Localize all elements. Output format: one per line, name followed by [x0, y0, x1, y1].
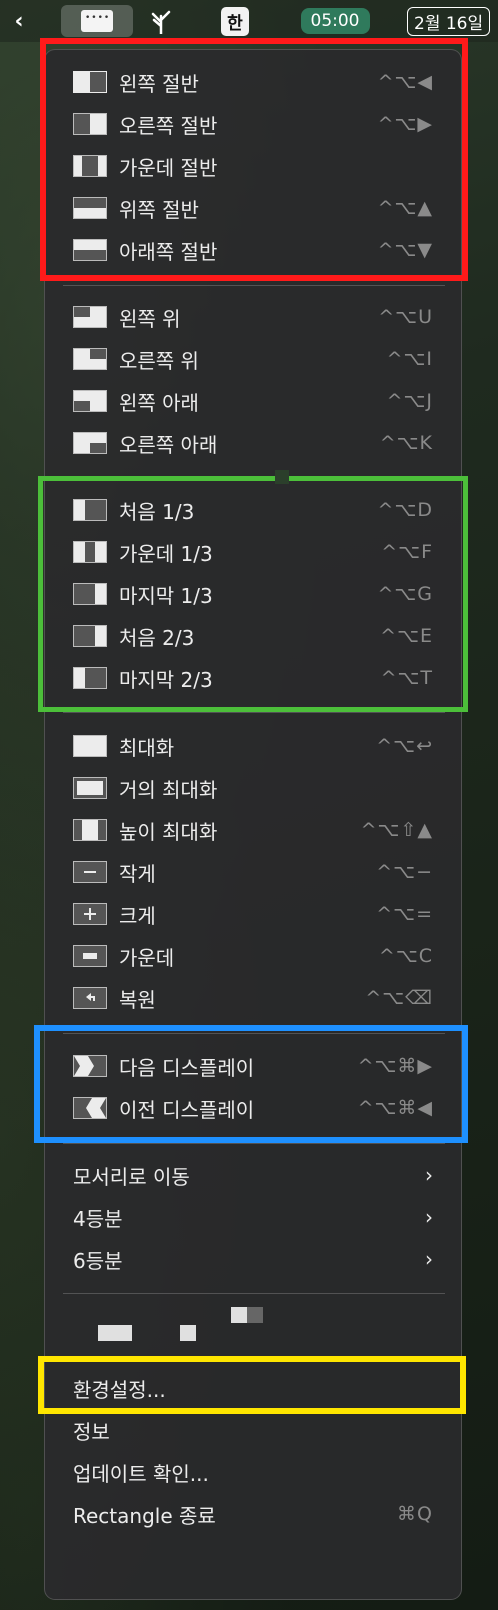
maximize-icon	[73, 735, 107, 757]
center-icon	[73, 945, 107, 967]
menu-item-label: 크게	[119, 903, 156, 928]
menu-item-quit[interactable]: Rectangle 종료 ⌘Q	[45, 1493, 463, 1535]
highlight-box-blue	[34, 1025, 468, 1143]
restore-icon	[73, 987, 107, 1009]
input-source-indicator[interactable]: 한	[215, 5, 255, 37]
timer-badge[interactable]: 05:00	[293, 5, 377, 37]
menu-item-restore[interactable]: 복원 ^⌥⌫	[45, 977, 463, 1019]
shortcut-label: ^⌥=	[376, 903, 433, 925]
menu-item-smaller[interactable]: 작게 ^⌥−	[45, 851, 463, 893]
bottom-right-icon	[73, 432, 107, 454]
shortcut-label: ^⌥↩	[376, 735, 433, 757]
menu-item-label: 왼쪽 위	[119, 306, 181, 331]
menu-item-larger[interactable]: 크게 ^⌥=	[45, 893, 463, 935]
menu-item-almost-maximize[interactable]: 거의 최대화	[45, 767, 463, 809]
shortcut-label: ^⌥K	[379, 432, 433, 454]
menu-item-label: 모서리로 이동	[73, 1164, 190, 1189]
menu-item-bottom-left[interactable]: 왼쪽 아래 ^⌥J	[45, 380, 463, 422]
top-left-icon	[73, 306, 107, 328]
menu-item-label: 최대화	[119, 735, 175, 760]
menu-item-label: 거의 최대화	[119, 777, 218, 802]
menu-item-label: 4등분	[73, 1206, 123, 1231]
menu-separator	[63, 1293, 445, 1294]
timer-label: 05:00	[300, 8, 370, 34]
menu-item-label: 복원	[119, 987, 156, 1012]
menu-item-sixths-submenu[interactable]: 6등분 ›	[45, 1238, 463, 1280]
menu-item-label: 왼쪽 아래	[119, 390, 199, 415]
menu-item-label: 오른쪽 아래	[119, 432, 218, 457]
chevron-right-icon: ›	[425, 1163, 433, 1187]
menu-item-label: 6등분	[73, 1248, 123, 1273]
menu-separator	[63, 285, 445, 286]
menu-item-top-left[interactable]: 왼쪽 위 ^⌥U	[45, 296, 463, 338]
shortcut-label: ^⌥U	[378, 306, 433, 328]
menu-item-label: 작게	[119, 861, 156, 886]
menu-item-bottom-right[interactable]: 오른쪽 아래 ^⌥K	[45, 422, 463, 464]
highlight-box-green-gap	[275, 470, 289, 484]
menu-item-label: 가운데	[119, 945, 175, 970]
larger-icon	[73, 903, 107, 925]
shortcut-label: ^⌥J	[386, 390, 433, 412]
shortcut-label: ^⌥⇧▲	[360, 819, 433, 841]
rectangle-menu-icon[interactable]	[61, 5, 133, 37]
menu-item-label: 정보	[73, 1419, 110, 1444]
shortcut-label: ^⌥−	[376, 861, 433, 883]
shortcut-label: ⌘Q	[397, 1503, 433, 1525]
preview-block-pair-light	[231, 1307, 247, 1323]
highlight-box-yellow	[38, 1356, 466, 1414]
menu-item-about[interactable]: 정보	[45, 1409, 463, 1451]
date-label: 2월 16일	[407, 6, 491, 36]
almost-maximize-icon	[73, 777, 107, 799]
input-source-label: 한	[221, 6, 249, 36]
menu-item-check-updates[interactable]: 업데이트 확인...	[45, 1451, 463, 1493]
chevron-right-icon: ›	[425, 1205, 433, 1229]
menu-item-label: 오른쪽 위	[119, 348, 199, 373]
preview-block-small	[180, 1325, 196, 1341]
date-display[interactable]: 2월 16일	[407, 5, 498, 37]
highlight-box-green	[38, 476, 468, 712]
menu-item-top-right[interactable]: 오른쪽 위 ^⌥I	[45, 338, 463, 380]
menu-item-move-to-corner[interactable]: 모서리로 이동 ›	[45, 1154, 463, 1196]
menu-item-label: Rectangle 종료	[73, 1503, 216, 1528]
menu-separator	[63, 1143, 445, 1144]
highlight-box-red	[40, 38, 468, 281]
chevron-right-icon: ›	[425, 1247, 433, 1271]
menu-item-maximize[interactable]: 최대화 ^⌥↩	[45, 725, 463, 767]
bottom-left-icon	[73, 390, 107, 412]
shortcut-label: ^⌥C	[378, 945, 433, 967]
shortcut-label: ^⌥⌫	[365, 987, 433, 1009]
shortcut-label: ^⌥I	[386, 348, 433, 370]
menu-item-quarters-submenu[interactable]: 4등분 ›	[45, 1196, 463, 1238]
preview-block-pair-dark	[247, 1307, 263, 1323]
tree-icon[interactable]	[146, 5, 176, 37]
menu-item-center[interactable]: 가운데 ^⌥C	[45, 935, 463, 977]
menu-item-label: 업데이트 확인...	[73, 1461, 209, 1486]
preview-block-wide	[98, 1325, 132, 1341]
maximize-height-icon	[73, 819, 107, 841]
menu-item-maximize-height[interactable]: 높이 최대화 ^⌥⇧▲	[45, 809, 463, 851]
menu-bar: ‹ 한 05:00 2월 16일	[0, 0, 498, 42]
menubar-back-chevron[interactable]: ‹	[8, 5, 30, 37]
top-right-icon	[73, 348, 107, 370]
menu-separator	[63, 712, 445, 713]
smaller-icon	[73, 861, 107, 883]
menu-item-label: 높이 최대화	[119, 819, 218, 844]
